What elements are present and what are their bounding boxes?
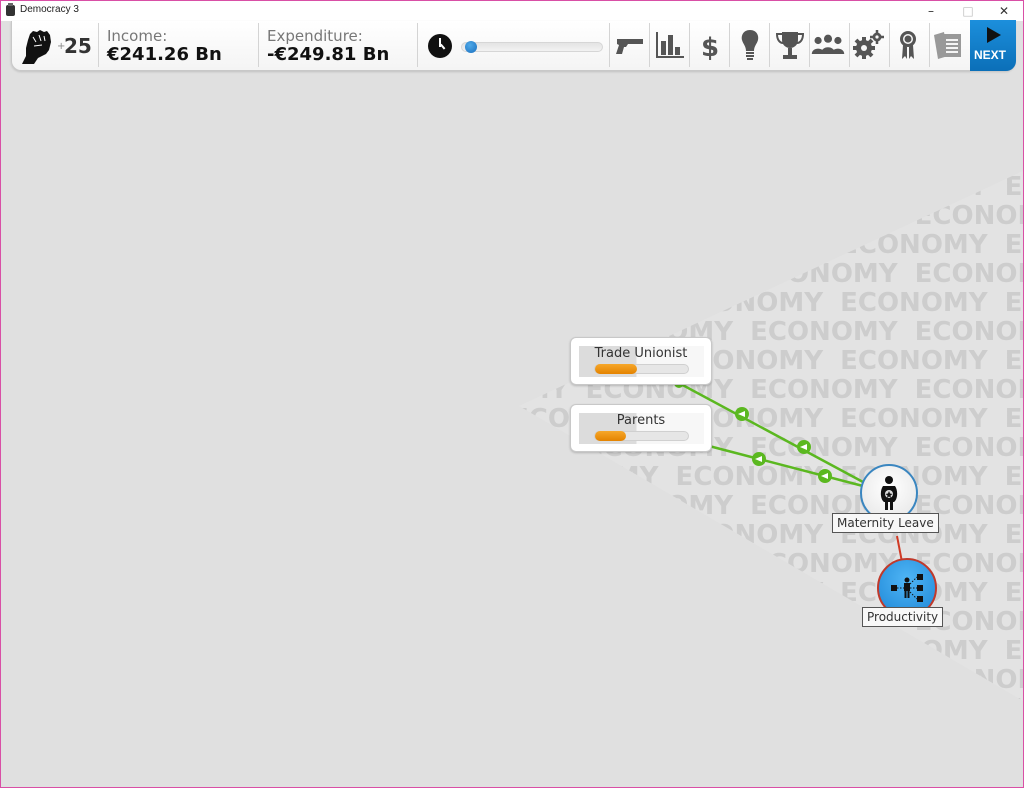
link-arrow-marker <box>735 407 749 421</box>
award-ribbon-icon[interactable] <box>890 27 926 63</box>
group-name: Parents <box>616 413 666 428</box>
expenditure-label: Expenditure: <box>267 27 363 45</box>
toolbar-divider <box>729 23 730 67</box>
app-icon <box>6 3 15 16</box>
next-turn-button[interactable]: NEXT <box>970 20 1016 71</box>
toolbar-divider <box>98 23 99 67</box>
toolbar-divider <box>609 23 610 67</box>
group-membership-fill <box>595 431 626 441</box>
income-label: Income: <box>107 27 168 45</box>
political-capital-value: 25 <box>64 34 92 58</box>
turn-progress-knob <box>464 41 477 53</box>
policy-label[interactable]: Maternity Leave <box>832 513 939 533</box>
play-icon <box>987 27 1001 43</box>
turn-progress-bar <box>461 41 603 53</box>
svg-text:$: $ <box>701 33 719 63</box>
link-parents-maternity-leave <box>708 444 864 488</box>
top-toolbar: + 25 Income: €241.26 Bn Expenditure: -€2… <box>11 20 1016 71</box>
policy-map: ECONOMY ECONOMY ECONOMY ECONOMY ECONOMY … <box>1 72 1023 788</box>
lightbulb-icon[interactable] <box>732 27 768 63</box>
voter-group-parents[interactable]: Parents <box>570 404 712 452</box>
gun-icon[interactable] <box>612 27 648 63</box>
expenditure-value: -€249.81 Bn <box>267 44 390 65</box>
maximize-button[interactable]: □ <box>951 1 985 21</box>
toolbar-divider <box>649 23 650 67</box>
group-membership-bar <box>594 364 689 374</box>
income-value: €241.26 Bn <box>107 44 222 65</box>
dollar-icon[interactable]: $ <box>692 27 728 63</box>
group-name: Trade Unionist <box>594 346 688 361</box>
gears-icon[interactable] <box>850 27 886 63</box>
next-label: NEXT <box>973 48 1006 62</box>
link-arrow-marker <box>797 440 811 454</box>
raised-fist-icon <box>22 30 51 64</box>
close-button[interactable]: ✕ <box>987 1 1021 21</box>
link-layer <box>674 378 903 563</box>
trophy-icon[interactable] <box>772 27 808 63</box>
window-title: Democracy 3 <box>20 4 79 15</box>
voter-group-trade-unionist[interactable]: Trade Unionist <box>570 337 712 385</box>
link-arrow-marker <box>818 469 832 483</box>
pregnant-woman-icon <box>880 476 898 510</box>
window-titlebar: Democracy 3 – □ ✕ <box>1 1 1023 21</box>
people-icon[interactable] <box>810 27 846 63</box>
link-arrow-marker <box>752 452 766 466</box>
toolbar-divider <box>689 23 690 67</box>
toolbar-divider <box>417 23 418 67</box>
clock-icon <box>428 34 452 58</box>
group-membership-fill <box>595 364 637 374</box>
minimize-button[interactable]: – <box>914 1 948 21</box>
statistic-label[interactable]: Productivity <box>862 607 944 627</box>
toolbar-divider <box>769 23 770 67</box>
group-membership-bar <box>594 431 689 441</box>
bar-chart-icon[interactable] <box>652 27 688 63</box>
toolbar-divider <box>258 23 259 67</box>
documents-icon[interactable] <box>930 27 966 63</box>
